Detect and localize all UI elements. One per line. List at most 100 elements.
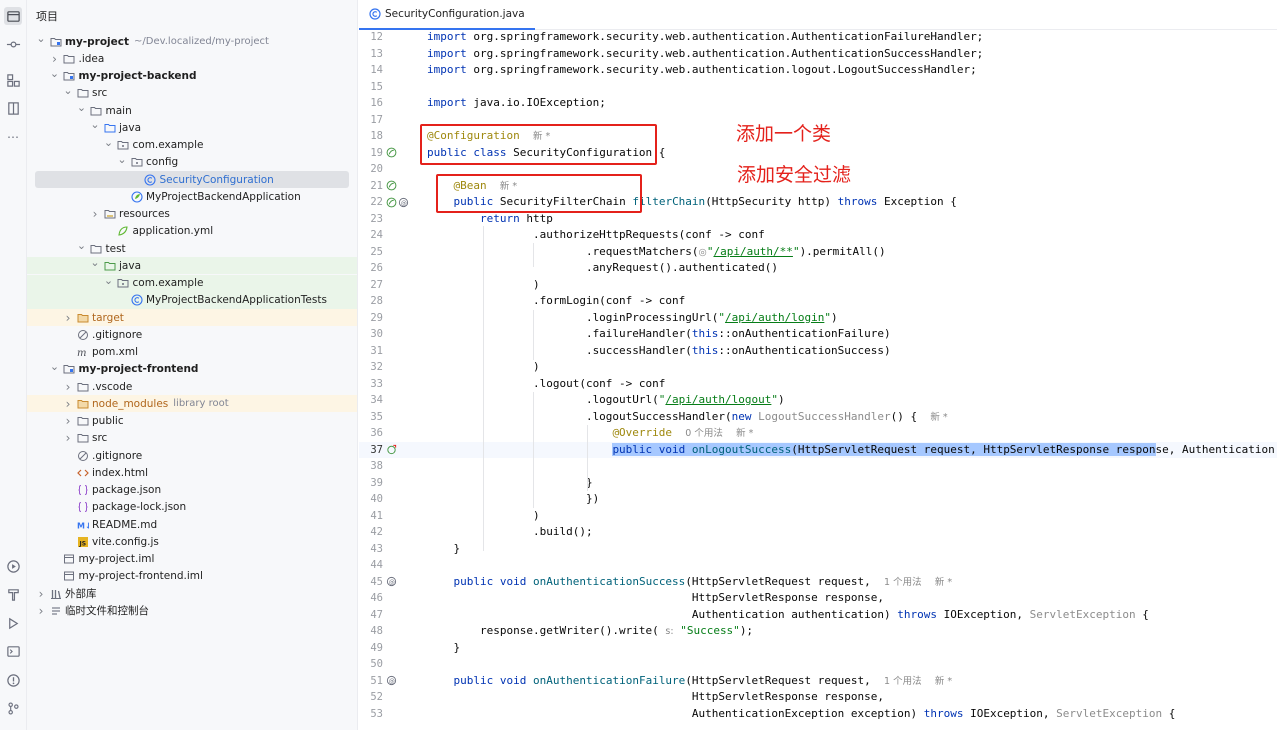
tree-item[interactable]: m pom.xml [27,344,357,361]
tree-item[interactable]: my-project.iml [27,551,357,568]
code-line[interactable]: 29 .loginProcessingUrl("/api/auth/login"… [359,310,1277,327]
code-line[interactable]: 31 .successHandler(this::onAuthenticatio… [359,343,1277,360]
more-icon[interactable]: ⋯ [4,128,22,146]
code-line[interactable]: 33 .logout(conf -> conf [359,376,1277,393]
code-line[interactable]: 46 HttpServletResponse response, [359,590,1277,607]
code-line[interactable]: 37 public void onLogoutSuccess(HttpServl… [359,441,1277,458]
tree-item[interactable]: › .vscode [27,378,357,395]
chevron-right-icon[interactable]: › [50,52,60,66]
code-line[interactable]: 25 .requestMatchers(◎"/api/auth/**").per… [359,244,1277,261]
bean-icon[interactable] [386,147,397,158]
tree-item[interactable]: ⌄ java [27,256,357,275]
code-line[interactable]: 15 [359,79,1277,96]
chevron-down-icon[interactable]: ⌄ [117,153,127,166]
code-line[interactable]: 50 [359,656,1277,673]
chevron-right-icon[interactable]: › [36,604,46,618]
code-line[interactable]: 32 ) [359,359,1277,376]
override-icon[interactable]: @ [386,576,397,587]
code-line[interactable]: 14 import org.springframework.security.we… [359,62,1277,79]
chevron-down-icon[interactable]: ⌄ [50,67,60,80]
tree-item[interactable]: ⌄ com.example [27,136,357,154]
code-line[interactable]: 12 import org.springframework.security.we… [359,29,1277,46]
chevron-right-icon[interactable]: › [63,380,73,394]
code-line[interactable]: 26 .anyRequest().authenticated() [359,260,1277,277]
tree-item[interactable]: ⌄ config [27,153,357,171]
code-line[interactable]: 30 .failureHandler(this::onAuthenticatio… [359,326,1277,343]
code-line[interactable]: 16 import java.io.IOException; [359,95,1277,112]
tree-item[interactable]: package.json [27,482,357,499]
chevron-down-icon[interactable]: ⌄ [63,84,73,97]
chevron-right-icon[interactable]: › [36,587,46,601]
tree-item[interactable]: ⌄ src [27,84,357,102]
git-icon[interactable] [4,699,22,717]
tree-item[interactable]: MyProjectBackendApplication [27,188,357,205]
tree-item[interactable]: ⌄ main [27,101,357,119]
build-hammer-icon[interactable] [4,585,22,603]
run-icon[interactable] [4,614,22,632]
tree-item[interactable]: ⌄ java [27,118,357,136]
code-line[interactable]: 45 @ public void onAuthenticationSuccess(… [359,574,1277,591]
tree-item[interactable]: › src [27,430,357,447]
override-icon[interactable]: @ [398,197,409,208]
commit-icon[interactable] [4,35,22,53]
tree-item[interactable]: › public [27,413,357,430]
tree-item[interactable]: my-project-frontend.iml [27,568,357,585]
tree-item[interactable]: ⌄ my-project ~/Dev.localized/my-project [27,32,357,50]
tree-item[interactable]: › resources [27,206,357,223]
code-line[interactable]: 27 ) [359,277,1277,294]
code-line[interactable]: 41 ) [359,508,1277,525]
tree-item[interactable]: › 临时文件和控制台 [27,602,357,619]
tree-item[interactable]: ⌄ my-project-frontend [27,360,357,378]
override-icon[interactable]: @ [386,675,397,686]
run-services-icon[interactable] [4,557,22,575]
tab-security-configuration[interactable]: SecurityConfiguration.java [359,0,535,30]
tree-item[interactable]: JS vite.config.js [27,533,357,550]
code-line[interactable]: 49 } [359,640,1277,657]
problems-icon[interactable] [4,671,22,689]
tree-item[interactable]: index.html [27,464,357,481]
tree-item[interactable]: MyProjectBackendApplicationTests [27,291,357,309]
code-line[interactable]: 52 HttpServletResponse response, [359,689,1277,706]
code-line[interactable]: 38 [359,458,1277,475]
tree-item[interactable]: › node_modules library root [27,395,357,413]
code-line[interactable]: 47 Authentication authentication) throws… [359,607,1277,624]
code-line[interactable]: 53 AuthenticationException exception) th… [359,706,1277,723]
code-line[interactable]: 13 import org.springframework.security.we… [359,46,1277,63]
code-line[interactable]: 28 .formLogin(conf -> conf [359,293,1277,310]
project-view-icon[interactable] [4,7,22,25]
code-line[interactable]: 24 .authorizeHttpRequests(conf -> conf [359,227,1277,244]
tree-item[interactable]: .gitignore [27,326,357,343]
tree-item[interactable]: M↓README.md [27,516,357,533]
chevron-down-icon[interactable]: ⌄ [104,136,114,149]
structure-icon[interactable] [4,71,22,89]
chevron-down-icon[interactable]: ⌄ [77,101,87,114]
implements-icon[interactable] [386,444,397,455]
terminal-icon[interactable] [4,642,22,660]
chevron-right-icon[interactable]: › [90,207,100,221]
bean-icon[interactable] [386,180,397,191]
code-line[interactable]: 51 @ public void onAuthenticationFailure(… [359,673,1277,690]
bean-icon[interactable] [386,197,397,208]
tree-item[interactable]: ⌄ my-project-backend [27,67,357,85]
code-line[interactable]: 44 [359,557,1277,574]
tree-item[interactable]: › target [27,309,357,326]
tree-item[interactable]: ⌄ com.example [27,274,357,292]
chevron-down-icon[interactable]: ⌄ [50,360,60,373]
chevron-down-icon[interactable]: ⌄ [90,118,100,131]
code-line[interactable]: 40 }) [359,491,1277,508]
tree-item[interactable]: package-lock.json [27,499,357,516]
tree-item[interactable]: .gitignore [27,447,357,464]
chevron-down-icon[interactable]: ⌄ [36,32,46,45]
chevron-right-icon[interactable]: › [63,397,73,411]
code-line[interactable]: 39 } [359,475,1277,492]
tree-item[interactable]: SecurityConfiguration [35,171,349,188]
code-line[interactable]: 34 .logoutUrl("/api/auth/logout") [359,392,1277,409]
code-editor[interactable]: SecurityConfiguration.java 12 import org.… [359,0,1277,730]
chevron-right-icon[interactable]: › [63,431,73,445]
chevron-right-icon[interactable]: › [63,414,73,428]
chevron-down-icon[interactable]: ⌄ [90,256,100,269]
code-line[interactable]: 43 } [359,541,1277,558]
code-line[interactable]: 42 .build(); [359,524,1277,541]
code-line[interactable]: 35 .logoutSuccessHandler(new LogoutSucce… [359,409,1277,426]
bookmarks-icon[interactable] [4,99,22,117]
